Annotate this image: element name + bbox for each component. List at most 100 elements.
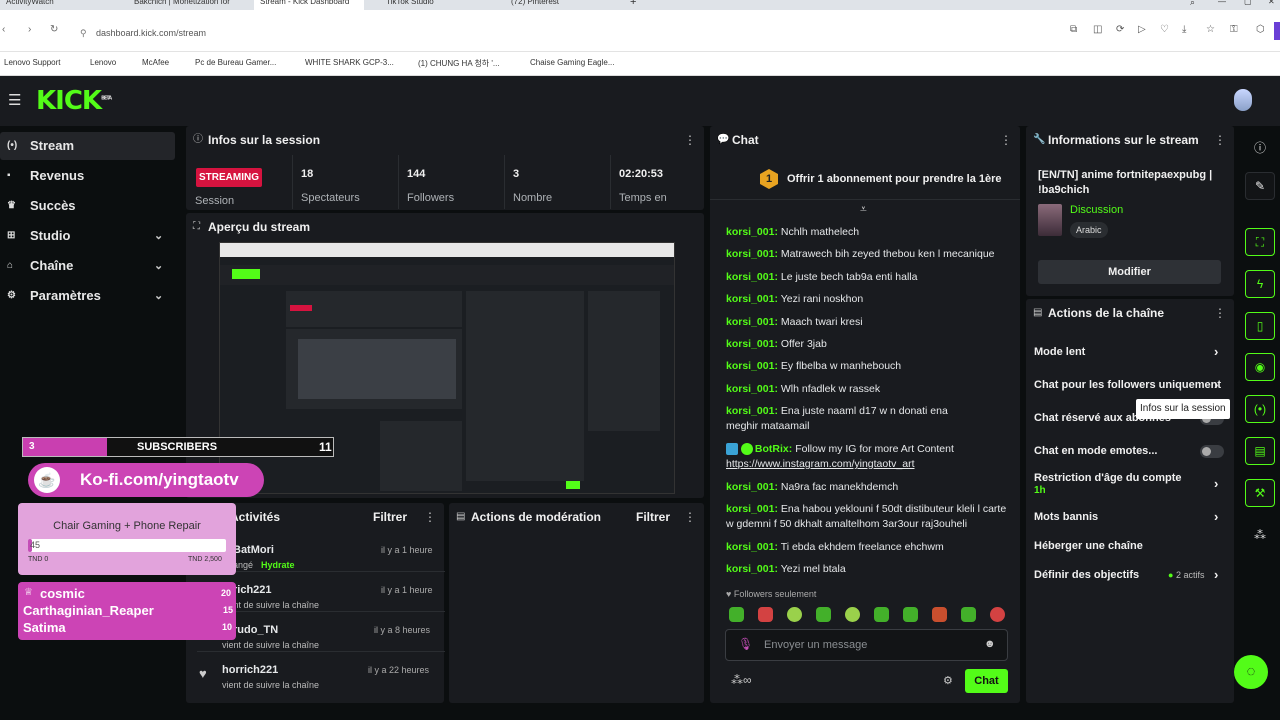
chat-username[interactable]: korsi_001: xyxy=(726,563,778,575)
more-options-icon[interactable]: ⋮ xyxy=(1214,126,1226,154)
back-icon[interactable]: ‹ xyxy=(2,24,5,35)
sidebar-item-parametres[interactable]: ⚙ Paramètres ⌄ xyxy=(0,282,175,310)
forward-icon[interactable]: › xyxy=(28,24,31,35)
more-options-icon[interactable]: ⋮ xyxy=(684,126,696,154)
chat-username[interactable]: korsi_001: xyxy=(726,271,778,283)
lightning-icon[interactable]: ϟ xyxy=(1245,270,1275,298)
extension-icon[interactable]: ⧉ xyxy=(1070,24,1077,35)
emote-icon[interactable] xyxy=(990,607,1005,622)
chat-username[interactable]: korsi_001: xyxy=(726,316,778,328)
broadcast-icon[interactable]: (•) xyxy=(1245,395,1275,423)
chat-send-button[interactable]: Chat xyxy=(965,669,1008,693)
bookmark-link[interactable]: Lenovo xyxy=(90,58,116,67)
emote-mode-toggle[interactable] xyxy=(1200,445,1224,458)
filter-button[interactable]: Filtrer xyxy=(373,510,407,524)
bookmark-link[interactable]: (1) CHUNG HA 청하 '... xyxy=(418,58,500,69)
menu-icon[interactable]: ☰ xyxy=(8,91,21,109)
chat-username[interactable]: korsi_001: xyxy=(726,338,778,350)
category-thumbnail[interactable] xyxy=(1038,204,1062,236)
more-options-icon[interactable]: ⋮ xyxy=(1000,126,1012,154)
chat-username[interactable]: korsi_001: xyxy=(726,481,778,493)
emote-icon[interactable] xyxy=(816,607,831,622)
fullscreen-icon[interactable]: ⛶ xyxy=(1245,228,1275,256)
edit-stream-button[interactable]: Modifier xyxy=(1038,260,1221,284)
lock-icon[interactable]: ⚿ xyxy=(1230,24,1238,35)
kick-logo[interactable]: KICKBETA xyxy=(36,86,112,116)
activity-user[interactable]: horrich221 xyxy=(222,664,278,676)
chat-username[interactable]: korsi_001: xyxy=(726,405,778,417)
chat-username[interactable]: korsi_001: xyxy=(726,503,778,515)
browser-tab[interactable]: ActivityWatch xyxy=(0,0,110,10)
wrench-icon[interactable]: ⚒ xyxy=(1245,479,1275,507)
chat-bubble-icon[interactable]: ◉ xyxy=(1245,353,1275,381)
browser-tab-active[interactable]: Stream - Kick Dashboard xyxy=(254,0,364,10)
action-slow-mode[interactable]: Mode lent › xyxy=(1034,344,1224,359)
pinned-gift-banner[interactable]: 1 Offrir 1 abonnement pour prendre la 1è… xyxy=(710,156,1020,200)
sidebar-item-studio[interactable]: ⊞ Studio ⌄ xyxy=(0,222,175,250)
bookmark-link[interactable]: McAfee xyxy=(142,58,169,67)
new-tab-button[interactable]: + xyxy=(624,0,644,9)
emote-icon[interactable] xyxy=(874,607,889,622)
emoji-icon[interactable]: ☻ xyxy=(984,638,996,650)
minimize-icon[interactable]: — xyxy=(1212,0,1226,10)
activity-user[interactable]: BatMori xyxy=(233,544,274,556)
sidebar-item-stream[interactable]: (•) Stream xyxy=(0,132,175,160)
browser-tab[interactable]: (72) Pinterest xyxy=(505,0,615,10)
close-icon[interactable]: ✕ xyxy=(1262,0,1275,10)
layout-icon[interactable]: ▤ xyxy=(1245,437,1275,465)
browser-tab[interactable]: TikTok Studio xyxy=(380,0,490,10)
chat-username[interactable]: korsi_001: xyxy=(726,383,778,395)
maximize-icon[interactable]: ▢ xyxy=(1238,0,1252,10)
bookmark-link[interactable]: Chaise Gaming Eagle... xyxy=(530,58,615,67)
chat-username[interactable]: BotRix: xyxy=(755,443,792,455)
info-icon[interactable]: ⓘ xyxy=(1254,139,1266,156)
sidebar-item-chaine[interactable]: ⌂ Chaîne ⌄ xyxy=(0,252,175,280)
more-options-icon[interactable]: ⋮ xyxy=(424,503,436,531)
chat-username[interactable]: korsi_001: xyxy=(726,541,778,553)
sidebar-item-succes[interactable]: ♛ Succès xyxy=(0,192,175,220)
microphone-icon[interactable]: 🎙 xyxy=(738,637,753,651)
category-link[interactable]: Discussion xyxy=(1070,204,1123,216)
bookmark-link[interactable]: WHITE SHARK GCP-3... xyxy=(305,58,394,67)
chat-username[interactable]: korsi_001: xyxy=(726,248,778,260)
more-options-icon[interactable]: ⋮ xyxy=(684,503,696,531)
activity-user[interactable]: rich221 xyxy=(233,584,272,596)
action-followers-only[interactable]: Chat pour les followers uniquement › xyxy=(1034,377,1224,392)
url-field[interactable]: ⚲ dashboard.kick.com/stream xyxy=(80,24,1240,42)
browser-tab[interactable]: Bakchich | Monetization for xyxy=(128,0,238,10)
emote-icon[interactable] xyxy=(961,607,976,622)
action-host-channel[interactable]: Héberger une chaîne xyxy=(1034,540,1224,552)
reload-icon[interactable]: ↻ xyxy=(50,24,58,35)
activity-user[interactable]: rudo_TN xyxy=(233,624,278,636)
edit-icon[interactable]: ✎ xyxy=(1245,172,1275,200)
chat-link[interactable]: https://www.instagram.com/yingtaotv_art xyxy=(726,458,915,470)
chat-tools-icon[interactable]: ⁂∞ xyxy=(731,673,752,687)
profile-icon[interactable]: ⬡ xyxy=(1256,24,1265,35)
filter-button[interactable]: Filtrer xyxy=(636,510,670,524)
bookmark-star-icon[interactable]: ☆ xyxy=(1206,24,1215,35)
emote-icon[interactable] xyxy=(845,607,860,622)
screenshot-icon[interactable]: ◫ xyxy=(1093,24,1102,35)
bookmark-link[interactable]: Lenovo Support xyxy=(4,58,61,67)
chat-input[interactable]: 🎙 Envoyer un message ☻ xyxy=(725,629,1008,661)
action-age-restriction[interactable]: Restriction d'âge du compte 1h › xyxy=(1034,472,1224,496)
support-chat-icon[interactable]: ◌ xyxy=(1234,655,1268,689)
emote-icon[interactable] xyxy=(787,607,802,622)
document-icon[interactable]: ▯ xyxy=(1245,312,1275,340)
favorite-icon[interactable]: ♡ xyxy=(1160,24,1169,35)
action-banned-words[interactable]: Mots bannis › xyxy=(1034,509,1224,524)
sidebar-item-revenus[interactable]: ▪ Revenus xyxy=(0,162,175,190)
action-set-goals[interactable]: Définir des objectifs ● 2 actifs › xyxy=(1034,567,1224,582)
chat-username[interactable]: korsi_001: xyxy=(726,226,778,238)
more-tools-icon[interactable]: ⁂ xyxy=(1254,528,1266,542)
chat-settings-icon[interactable]: ⚙ xyxy=(943,674,953,687)
chevron-down-icon[interactable]: ⩡ xyxy=(860,202,867,217)
user-avatar[interactable] xyxy=(1234,89,1252,111)
site-info-icon[interactable]: ⚲ xyxy=(80,24,87,42)
bookmark-link[interactable]: Pc de Bureau Gamer... xyxy=(195,58,276,67)
emote-icon[interactable] xyxy=(729,607,744,622)
search-icon[interactable]: ⌕ xyxy=(1184,0,1195,10)
more-options-icon[interactable]: ⋮ xyxy=(1214,299,1226,327)
chat-username[interactable]: korsi_001: xyxy=(726,293,778,305)
play-icon[interactable]: ▷ xyxy=(1138,24,1146,35)
